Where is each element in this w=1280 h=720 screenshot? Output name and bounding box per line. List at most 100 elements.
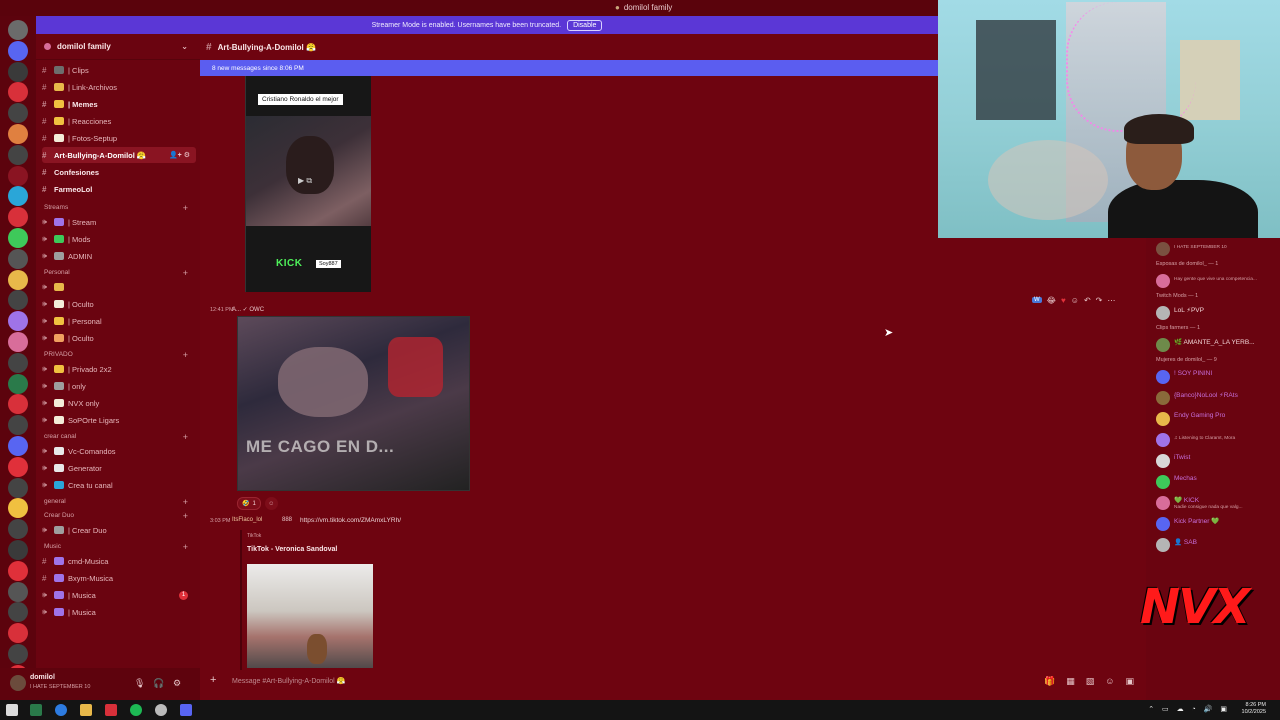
system-tray[interactable]: ⌃ ▭ ☁ ◔ 🔊 ▣ — [1148, 705, 1230, 713]
channel-item[interactable]: 🕪 | Stream — [42, 214, 196, 230]
channel-item[interactable]: # cmd-Musica — [42, 553, 196, 569]
add-channel-icon[interactable]: + — [183, 268, 188, 278]
embed-title[interactable]: TikTok - Veronica Sandoval — [247, 546, 337, 553]
channel-item[interactable]: 🕪 | Oculto — [42, 330, 196, 346]
message-input[interactable]: Message #Art-Bullying-A-Domilol 😤 — [232, 677, 345, 685]
channel-item[interactable]: 🕪 | Personal — [42, 313, 196, 329]
gift-icon[interactable]: 🎁 — [1044, 676, 1055, 687]
emoji-reaction-icon[interactable]: 😂 — [1047, 296, 1056, 305]
message-author[interactable]: A... ✓ OWC — [232, 306, 264, 313]
channel-item[interactable]: 🕪 | Crear Duo — [42, 522, 196, 538]
message-author[interactable]: ItsFlaco_lol — [232, 517, 262, 523]
member-item[interactable]: Endy Gaming Pro — [1154, 410, 1280, 430]
app-icon[interactable] — [30, 704, 42, 716]
member-item[interactable]: ! SOY PININI — [1154, 368, 1280, 388]
server-icon[interactable] — [8, 124, 28, 144]
member-item[interactable]: Mechas — [1154, 473, 1280, 493]
add-channel-icon[interactable]: + — [183, 203, 188, 213]
server-icon[interactable] — [8, 311, 28, 332]
clock[interactable]: 8:26 PM 10/2/2025 — [1242, 702, 1266, 716]
message-link[interactable]: https://vm.tiktok.com/ZMAmxLYRh/ — [300, 517, 401, 524]
server-icon[interactable] — [8, 394, 28, 415]
server-icon[interactable] — [8, 40, 28, 61]
server-icon[interactable] — [8, 144, 28, 165]
channel-category[interactable]: Music + — [44, 542, 192, 552]
avatar[interactable] — [10, 675, 26, 691]
reaction-button[interactable]: 🤣 1 — [237, 497, 261, 510]
spotify-icon[interactable] — [130, 704, 142, 716]
channel-category[interactable]: general + — [44, 497, 192, 507]
add-channel-icon[interactable]: + — [183, 542, 188, 552]
server-icon[interactable] — [8, 165, 28, 186]
channel-item[interactable]: 🕪 Vc-Comandos — [42, 443, 196, 459]
emoji-icon[interactable]: ☺ — [1105, 676, 1114, 687]
channel-item[interactable]: 🕪 Generator — [42, 460, 196, 476]
add-reaction-icon[interactable]: ☺ — [1071, 296, 1079, 305]
channel-item[interactable]: 🕪 | Mods — [42, 231, 196, 247]
start-icon[interactable] — [6, 704, 18, 716]
add-channel-icon[interactable]: + — [183, 432, 188, 442]
channel-category[interactable]: PRIVADO + — [44, 350, 192, 360]
server-icon[interactable] — [8, 269, 28, 290]
discord-icon[interactable] — [180, 704, 192, 716]
channel-category[interactable]: Personal + — [44, 268, 192, 278]
member-item[interactable]: 🌿 AMANTE_A_LA YERB... — [1154, 336, 1280, 356]
server-icon[interactable] — [8, 207, 28, 228]
server-icon[interactable] — [8, 61, 28, 82]
member-item[interactable]: I HATE SEPTEMBER 10 — [1154, 240, 1280, 260]
channel-item[interactable]: 🕪 | Musica — [42, 604, 196, 620]
folder-icon[interactable] — [80, 704, 92, 716]
member-item[interactable]: LoL ⚡PVP — [1154, 304, 1280, 324]
member-item[interactable]: 💚 KICK Nadie consigue nada que valg... — [1154, 494, 1280, 514]
channel-item[interactable]: # | Clips — [42, 62, 196, 78]
apps-icon[interactable]: ▣ — [1125, 676, 1134, 687]
server-icon[interactable] — [8, 290, 28, 311]
add-attachment-icon[interactable]: + — [210, 674, 216, 686]
member-item[interactable]: Hay gente que vive una competencia... — [1154, 272, 1280, 292]
server-icon[interactable] — [8, 623, 28, 644]
server-icon[interactable] — [8, 602, 28, 623]
server-icon[interactable] — [8, 332, 28, 352]
channel-item[interactable]: 🕪 | Oculto — [42, 296, 196, 312]
add-reaction-icon[interactable]: ☺ — [264, 497, 278, 510]
forward-icon[interactable]: ↷ — [1096, 296, 1103, 305]
server-icon[interactable] — [8, 498, 28, 519]
member-item[interactable]: {Banco}NoLool ⚡RAts — [1154, 389, 1280, 409]
embed-provider[interactable]: TikTok — [247, 533, 261, 539]
channel-item[interactable]: # | Memes — [42, 96, 196, 112]
channel-settings-icon[interactable]: 👤+ ⚙ — [169, 151, 190, 159]
server-icon[interactable] — [8, 186, 28, 207]
channel-item[interactable]: # | Fotos-Septup — [42, 130, 196, 146]
server-icon[interactable] — [8, 352, 28, 373]
channel-category[interactable]: Streams + — [44, 203, 192, 213]
channel-category[interactable]: Crear Duo + — [44, 511, 192, 521]
gear-icon[interactable]: ⚙ — [173, 678, 181, 689]
heart-icon[interactable]: ♥ — [1061, 296, 1066, 305]
channel-item[interactable]: # Art-Bullying-A-Domilol 😤 👤+ ⚙ — [42, 147, 196, 163]
disable-streamer-mode-button[interactable]: Disable — [567, 19, 603, 31]
reply-icon[interactable]: ↶ — [1084, 296, 1091, 305]
member-item[interactable]: ♫ Listening to Claramt, Mora — [1154, 431, 1280, 451]
server-icon[interactable] — [8, 581, 28, 602]
channel-item[interactable]: 🕪 | only — [42, 378, 196, 394]
gif-icon[interactable]: ▦ — [1066, 676, 1075, 687]
channel-item[interactable]: 🕪 Crea tu canal — [42, 477, 196, 493]
channel-item[interactable]: 🕪 | Privado 2x2 — [42, 361, 196, 377]
channel-item[interactable]: 🕪 NVX only — [42, 395, 196, 411]
guild-header[interactable]: domilol family ⌄ — [36, 34, 200, 60]
server-icon[interactable] — [8, 373, 28, 394]
channel-item[interactable]: # FarmeoLol — [42, 181, 196, 197]
server-icon[interactable] — [8, 82, 28, 103]
add-channel-icon[interactable]: + — [183, 350, 188, 360]
app-icon[interactable]: W — [1032, 297, 1042, 303]
server-icon[interactable] — [8, 540, 28, 560]
channel-item[interactable]: 🕪 — [42, 279, 196, 295]
channel-category[interactable]: crear canal + — [44, 432, 192, 442]
member-item[interactable]: Kick Partner 💚 — [1154, 515, 1280, 535]
app-icon[interactable] — [105, 704, 117, 716]
browser-icon[interactable] — [55, 704, 67, 716]
member-item[interactable]: iTwist — [1154, 452, 1280, 472]
channel-item[interactable]: 🕪 ADMIN — [42, 248, 196, 264]
add-channel-icon[interactable]: + — [183, 511, 188, 521]
server-icon[interactable] — [8, 20, 28, 40]
